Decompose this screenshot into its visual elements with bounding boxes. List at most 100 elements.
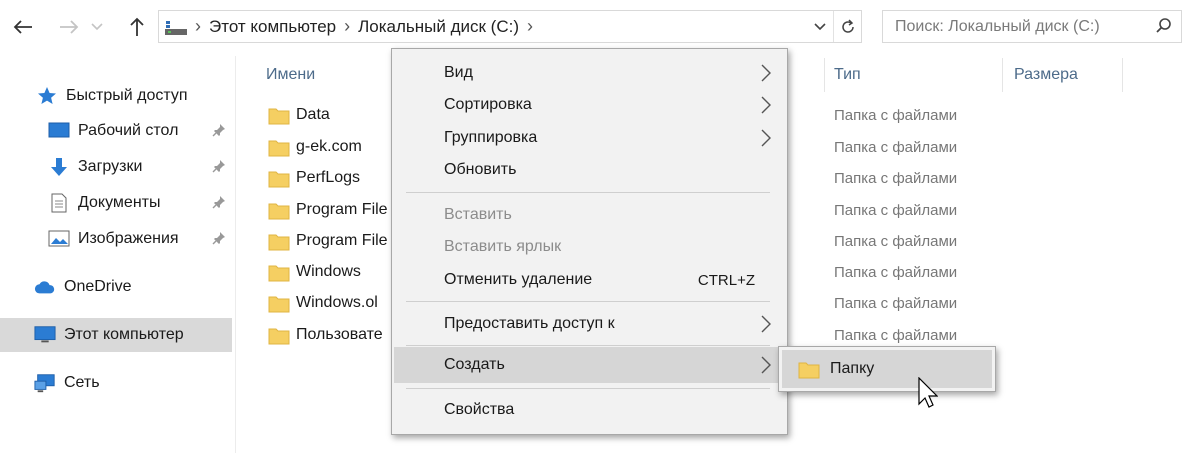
folder-icon (268, 202, 290, 225)
file-name: Windows (296, 263, 361, 280)
menu-item-label: Отменить удаление (444, 271, 593, 288)
menu-item-label: Вставить (444, 206, 512, 223)
sidebar-item-pictures[interactable]: Изображения (0, 222, 232, 256)
file-type: Папка с файлами (834, 327, 958, 344)
column-header-size[interactable]: Размера (1014, 60, 1078, 90)
chevron-right-icon (761, 129, 771, 152)
file-type: Папка с файлами (834, 264, 958, 281)
folder-icon (268, 327, 290, 350)
file-name: Data (296, 106, 330, 123)
file-type: Папка с файлами (834, 139, 958, 156)
sidebar-item-desktop[interactable]: Рабочий стол (0, 114, 232, 148)
submenu-item-label: Папку (830, 360, 875, 377)
refresh-icon (841, 18, 854, 33)
file-name: PerfLogs (296, 169, 361, 186)
menu-item-label: Группировка (444, 129, 538, 146)
search-icon[interactable] (1155, 17, 1173, 40)
menu-item-label: Предоставить доступ к (444, 315, 615, 332)
sidebar-item-quick-access[interactable]: Быстрый доступ (0, 79, 232, 113)
column-divider[interactable] (1122, 58, 1123, 92)
folder-icon (268, 264, 290, 287)
star-icon (36, 86, 58, 106)
menu-separator (406, 192, 770, 193)
file-name: Пользовате (296, 326, 383, 343)
search-input[interactable] (895, 17, 1145, 36)
submenu-item-new-folder[interactable]: Папку (782, 350, 992, 388)
menu-item-properties[interactable]: Свойства (394, 394, 785, 426)
sidebar-item-this-pc[interactable]: Этот компьютер (0, 318, 232, 352)
column-header-type[interactable]: Тип (834, 60, 861, 90)
recent-locations-button[interactable] (84, 10, 110, 44)
file-name: Windows.ol (296, 294, 378, 311)
address-bar[interactable]: › Этот компьютер › Локальный диск (C:) › (158, 10, 862, 43)
sidebar-item-label: Изображения (78, 230, 179, 247)
menu-item-label: Свойства (444, 401, 515, 418)
menu-item-paste-shortcut[interactable]: Вставить ярлык (394, 231, 785, 263)
cloud-icon (34, 277, 56, 297)
create-submenu: Папку (778, 346, 996, 392)
drive-icon (165, 18, 187, 36)
keyboard-shortcut: CTRL+Z (697, 272, 755, 289)
download-arrow-icon (48, 157, 70, 177)
up-button[interactable] (120, 10, 154, 44)
menu-item-share[interactable]: Предоставить доступ к (394, 308, 785, 340)
desktop-icon (48, 121, 70, 141)
menu-item-label: Сортировка (444, 96, 532, 113)
refresh-button[interactable] (833, 11, 861, 42)
menu-item-undo-delete[interactable]: Отменить удаление CTRL+Z (394, 264, 785, 296)
breadcrumb-separator[interactable]: › (195, 16, 201, 37)
breadcrumb-this-pc[interactable]: Этот компьютер (209, 17, 336, 37)
pictures-icon (48, 229, 70, 249)
arrow-right-icon (60, 20, 79, 34)
folder-icon (268, 139, 290, 162)
breadcrumb-separator[interactable]: › (527, 16, 533, 37)
pin-icon[interactable] (212, 159, 226, 178)
folder-icon (798, 361, 820, 384)
sidebar-item-label: Быстрый доступ (66, 87, 188, 104)
network-icon (34, 373, 56, 393)
pin-icon[interactable] (212, 231, 226, 250)
address-dropdown-button[interactable] (809, 11, 831, 42)
breadcrumb-separator[interactable]: › (344, 16, 350, 37)
file-type: Папка с файлами (834, 107, 958, 124)
menu-item-group[interactable]: Группировка (394, 122, 785, 154)
menu-item-label: Вид (444, 64, 473, 81)
sidebar-item-label: Сеть (64, 374, 100, 391)
menu-item-refresh[interactable]: Обновить (394, 154, 785, 186)
chevron-right-icon (761, 96, 771, 119)
sidebar-item-label: Этот компьютер (64, 326, 184, 343)
file-name: g-ek.com (296, 138, 362, 155)
column-divider[interactable] (1002, 58, 1003, 92)
menu-item-create[interactable]: Создать (394, 347, 785, 383)
navigation-pane: Быстрый доступ Рабочий стол Загрузки Док… (0, 56, 236, 453)
sidebar-item-downloads[interactable]: Загрузки (0, 150, 232, 184)
sidebar-item-network[interactable]: Сеть (0, 366, 232, 400)
menu-separator (406, 301, 770, 302)
sidebar-item-documents[interactable]: Документы (0, 186, 232, 220)
pin-icon[interactable] (212, 123, 226, 142)
menu-item-sort[interactable]: Сортировка (394, 89, 785, 121)
menu-item-label: Вставить ярлык (444, 238, 562, 255)
menu-item-paste[interactable]: Вставить (394, 199, 785, 231)
pin-icon[interactable] (212, 195, 226, 214)
folder-icon (268, 233, 290, 256)
chevron-right-icon (761, 356, 771, 379)
column-divider[interactable] (824, 58, 825, 92)
forward-button[interactable] (52, 10, 86, 44)
file-type: Папка с файлами (834, 202, 958, 219)
menu-item-label: Обновить (444, 161, 517, 178)
chevron-down-icon (814, 22, 826, 30)
menu-item-view[interactable]: Вид (394, 57, 785, 89)
file-name: Program File (296, 232, 388, 249)
back-button[interactable] (6, 10, 40, 44)
search-box[interactable] (882, 10, 1182, 43)
file-name: Program File (296, 201, 388, 218)
document-icon (48, 193, 70, 213)
chevron-down-icon (91, 23, 103, 31)
breadcrumb-local-disk[interactable]: Локальный диск (C:) (358, 17, 519, 37)
menu-item-label: Создать (444, 356, 505, 373)
sidebar-item-onedrive[interactable]: OneDrive (0, 270, 232, 304)
chevron-right-icon (761, 64, 771, 87)
column-header-name[interactable]: Имени (266, 60, 315, 90)
chevron-right-icon (761, 315, 771, 338)
